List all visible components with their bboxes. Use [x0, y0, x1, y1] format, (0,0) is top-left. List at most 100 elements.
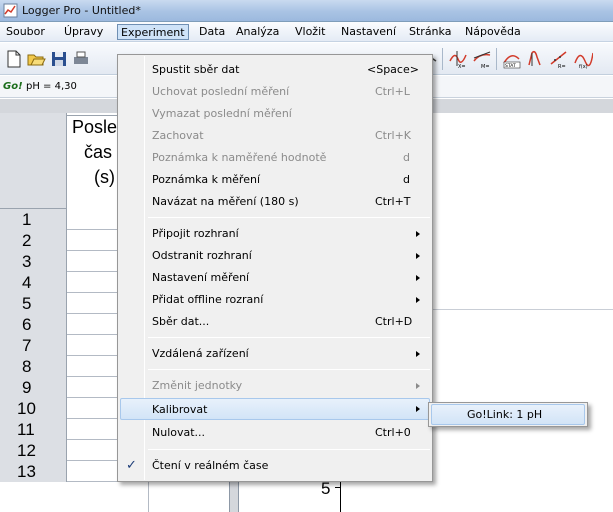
column-header-name: čas: [84, 142, 113, 162]
row-number: 6: [0, 314, 67, 335]
menu-item-shortcut: <Space>: [367, 63, 419, 76]
row-header-corner: [0, 113, 67, 209]
menu-item-shortcut: d: [403, 173, 410, 186]
menu-item-clear-latest-run[interactable]: Vymazat poslední měření: [120, 103, 430, 125]
toolbar-separator: [442, 48, 443, 70]
menu-item-label: Navázat na měření (180 s): [152, 195, 299, 208]
menu-item-zero[interactable]: Nulovat... Ctrl+0: [120, 422, 430, 444]
menu-item-data-point-note[interactable]: Poznámka k naměřené hodnotě d: [120, 147, 430, 169]
menu-napoveda[interactable]: Nápověda: [462, 24, 524, 40]
menu-item-remote-devices[interactable]: Vzdálená zařízení: [120, 343, 430, 365]
logger-pro-app-icon: [3, 3, 18, 18]
menu-item-label: Poznámka k naměřené hodnotě: [152, 151, 327, 164]
menu-vlozit[interactable]: Vložit: [292, 24, 328, 40]
row-number: 2: [0, 230, 67, 251]
menu-item-keep[interactable]: Zachovat Ctrl+K: [120, 125, 430, 147]
menu-item-calibrate[interactable]: Kalibrovat: [120, 398, 430, 420]
checkmark-icon: ✓: [126, 458, 137, 473]
submenu-arrow-icon: [416, 383, 420, 389]
svg-text:f(x): f(x): [579, 64, 588, 69]
tangent-icon[interactable]: M=: [472, 49, 492, 69]
menu-item-label: Vzdálená zařízení: [152, 347, 249, 360]
menu-item-label: Nulovat...: [152, 426, 206, 439]
print-icon[interactable]: [71, 49, 91, 69]
menu-data[interactable]: Data: [196, 24, 228, 40]
calibrate-submenu: Go!Link: 1 pH: [428, 402, 588, 427]
new-file-icon[interactable]: [4, 49, 24, 69]
ph-live-reading[interactable]: pH = 4,30: [26, 81, 77, 92]
menu-item-extend-collection[interactable]: Navázat na měření (180 s) Ctrl+T: [120, 191, 430, 213]
open-folder-icon[interactable]: [26, 49, 46, 69]
menu-stranka[interactable]: Stránka: [406, 24, 454, 40]
menu-item-remove-interface[interactable]: Odstranit rozhraní: [120, 245, 430, 267]
menu-item-store-latest-run[interactable]: Uchovat poslední měření Ctrl+L: [120, 81, 430, 103]
integral-icon[interactable]: [527, 49, 547, 69]
menu-item-label: Poznámka k měření: [152, 173, 261, 186]
menu-item-start-collection[interactable]: Spustit sběr dat <Space>: [120, 59, 430, 81]
column-header-dataset: Posle: [72, 117, 118, 137]
menu-experiment[interactable]: Experiment: [117, 24, 189, 40]
golink-badge[interactable]: Go!: [3, 81, 23, 92]
menu-item-shortcut: d: [403, 151, 410, 164]
row-number: 13: [0, 461, 67, 482]
menu-item-data-collection[interactable]: Sběr dat... Ctrl+D: [120, 311, 430, 333]
menu-item-label: Přidat offline rozraní: [152, 293, 264, 306]
menu-upravy[interactable]: Úpravy: [61, 24, 106, 40]
row-number: 7: [0, 335, 67, 356]
menu-analyza[interactable]: Analýza: [233, 24, 282, 40]
linear-fit-icon[interactable]: R=: [549, 49, 569, 69]
menu-item-change-units[interactable]: Změnit jednotky: [120, 375, 430, 397]
submenu-arrow-icon: [416, 253, 420, 259]
window-title: Logger Pro - Untitled*: [22, 4, 141, 17]
statistics-icon[interactable]: STAT: [502, 49, 522, 69]
menu-separator: [148, 217, 430, 218]
submenu-arrow-icon: [416, 351, 420, 357]
submenu-arrow-icon: [416, 231, 420, 237]
experiment-menu: Spustit sběr dat <Space> Uchovat posledn…: [117, 54, 433, 482]
menu-bar: Soubor Úpravy Experiment Data Analýza Vl…: [0, 22, 613, 42]
menu-separator: [148, 337, 430, 338]
menu-item-label: Spustit sběr dat: [152, 63, 240, 76]
menu-separator: [148, 369, 430, 370]
svg-text:X=: X=: [458, 64, 466, 69]
menu-nastaveni[interactable]: Nastavení: [338, 24, 399, 40]
row-number: 3: [0, 251, 67, 272]
row-number: 1: [0, 209, 67, 230]
submenu-item-golink-ph[interactable]: Go!Link: 1 pH: [431, 404, 585, 425]
examine-icon[interactable]: X=: [448, 49, 468, 69]
menu-item-label: Odstranit rozhraní: [152, 249, 252, 262]
menu-item-label: Připojit rozhraní: [152, 227, 239, 240]
menu-item-set-up-sensors[interactable]: Nastavení měření: [120, 267, 430, 289]
row-number: 9: [0, 377, 67, 398]
menu-item-realtime-reading[interactable]: ✓ Čtení v reálném čase: [120, 455, 430, 477]
menu-item-label: Vymazat poslední měření: [152, 107, 292, 120]
menu-item-label: Změnit jednotky: [152, 379, 243, 392]
menu-item-label: Nastavení měření: [152, 271, 250, 284]
menu-item-label: Sběr dat...: [152, 315, 210, 328]
menu-item-shortcut: Ctrl+L: [375, 85, 410, 98]
submenu-arrow-icon: [416, 275, 420, 281]
row-number: 5: [0, 293, 67, 314]
row-number: 4: [0, 272, 67, 293]
menu-item-label: Čtení v reálném čase: [152, 459, 269, 472]
menu-item-shortcut: Ctrl+D: [375, 315, 413, 328]
menu-item-label: Zachovat: [152, 129, 204, 142]
menu-soubor[interactable]: Soubor: [3, 24, 48, 40]
submenu-arrow-icon: [416, 297, 420, 303]
menu-item-run-note[interactable]: Poznámka k měření d: [120, 169, 430, 191]
svg-text:R=: R=: [558, 64, 566, 69]
row-number: 12: [0, 440, 67, 461]
svg-text:M=: M=: [481, 64, 490, 69]
graph-y-tick: [335, 487, 341, 488]
menu-item-connect-interface[interactable]: Připojit rozhraní: [120, 223, 430, 245]
menu-item-shortcut: Ctrl+T: [375, 195, 411, 208]
submenu-arrow-icon: [416, 406, 420, 412]
curve-fit-icon[interactable]: f(x): [573, 49, 593, 69]
row-number: 10: [0, 398, 67, 419]
submenu-item-label: Go!Link: 1 pH: [467, 408, 543, 421]
save-icon[interactable]: [49, 49, 69, 69]
menu-item-add-offline-interface[interactable]: Přidat offline rozraní: [120, 289, 430, 311]
title-bar: Logger Pro - Untitled*: [0, 0, 613, 22]
column-header-units: (s): [94, 167, 115, 187]
menu-item-label: Uchovat poslední měření: [152, 85, 290, 98]
